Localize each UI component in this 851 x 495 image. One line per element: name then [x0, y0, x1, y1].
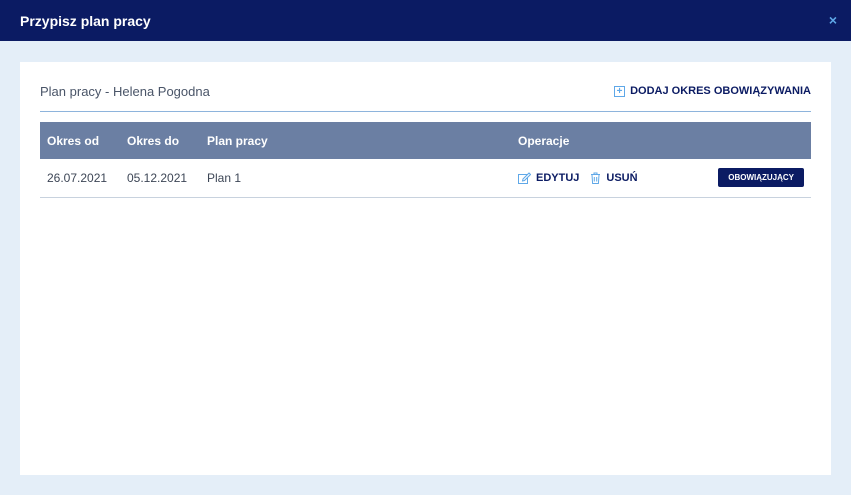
column-header-plan: Plan pracy [207, 133, 268, 148]
close-icon[interactable]: × [829, 12, 837, 28]
column-header-to: Okres do [127, 133, 180, 148]
plus-square-icon: + [614, 85, 626, 97]
dialog-titlebar: Przypisz plan pracy × [0, 0, 851, 41]
cell-to: 05.12.2021 [127, 171, 188, 185]
table-row: 26.07.2021 05.12.2021 Plan 1 EDYTUJ USUŃ… [40, 159, 811, 198]
add-period-button[interactable]: + DODAJ OKRES OBOWIĄZYWANIA [614, 85, 811, 97]
delete-button[interactable]: USUŃ [590, 172, 638, 184]
row-operations: EDYTUJ USUŃ [518, 172, 649, 184]
edit-label: EDYTUJ [536, 172, 580, 184]
add-period-label: DODAJ OKRES OBOWIĄZYWANIA [630, 85, 811, 97]
dialog-title: Przypisz plan pracy [20, 12, 151, 29]
cell-plan: Plan 1 [207, 171, 242, 185]
work-plan-table: Okres od Okres do Plan pracy Operacje 26… [40, 122, 811, 198]
panel-title: Plan pracy - Helena Pogodna [40, 84, 210, 99]
edit-icon [518, 172, 531, 184]
panel-header: Plan pracy - Helena Pogodna + DODAJ OKRE… [40, 82, 811, 112]
trash-icon [591, 172, 601, 184]
column-header-operations: Operacje [518, 133, 570, 148]
delete-label: USUŃ [606, 172, 638, 184]
column-header-from: Okres od [47, 133, 100, 148]
table-header: Okres od Okres do Plan pracy Operacje [40, 122, 811, 159]
content-panel: Plan pracy - Helena Pogodna + DODAJ OKRE… [20, 62, 831, 475]
cell-from: 26.07.2021 [47, 171, 108, 185]
edit-button[interactable]: EDYTUJ [518, 172, 579, 184]
status-badge: OBOWIĄZUJĄCY [718, 168, 804, 187]
